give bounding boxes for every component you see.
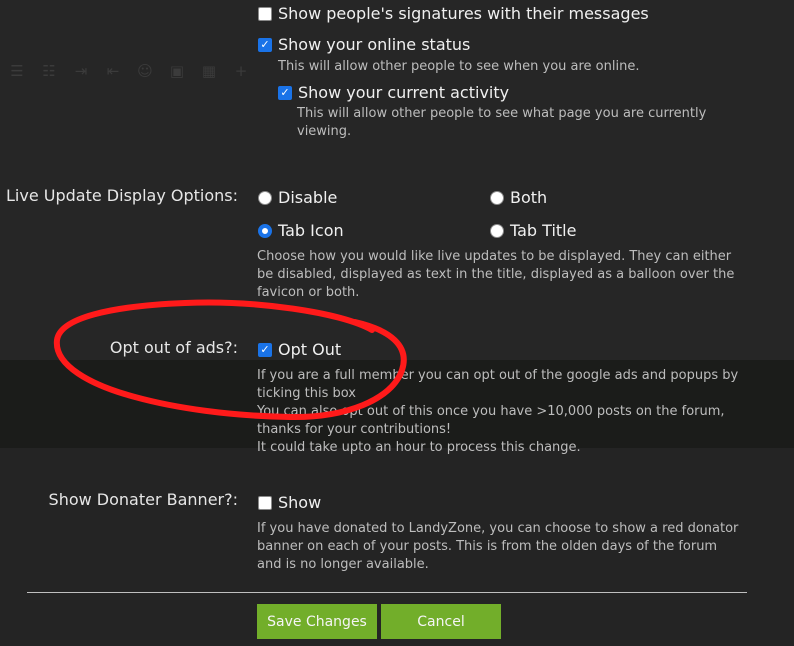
online-status-option[interactable]: ✓ Show your online status	[258, 35, 470, 54]
opt-out-option-label: Opt Out	[278, 340, 342, 359]
live-update-option-tab-icon[interactable]: Tab Icon	[258, 221, 344, 240]
signatures-option[interactable]: Show people's signatures with their mess…	[258, 4, 649, 23]
image-icon: ▣	[169, 62, 185, 80]
current-activity-label: Show your current activity	[298, 83, 510, 102]
both-radio[interactable]	[490, 190, 504, 205]
donater-banner-option[interactable]: Show	[258, 493, 321, 512]
tab-title-label: Tab Title	[510, 221, 577, 240]
media-icon: ▦	[201, 62, 217, 80]
list-number-icon: ☷	[42, 62, 56, 80]
donater-banner-label: Show Donater Banner?:	[48, 490, 238, 509]
live-update-option-both[interactable]: Both	[490, 188, 547, 207]
opt-out-hint: If you are a full member you can opt out…	[257, 368, 739, 455]
current-activity-checkbox[interactable]: ✓	[278, 85, 292, 100]
form-divider	[27, 592, 747, 593]
current-activity-option[interactable]: ✓ Show your current activity	[278, 83, 509, 102]
current-activity-hint: This will allow other people to see what…	[297, 106, 707, 139]
signatures-label: Show people's signatures with their mess…	[278, 4, 649, 23]
tab-icon-radio[interactable]	[258, 223, 272, 238]
list-bullet-icon: ☰	[10, 62, 24, 80]
donater-banner-hint: If you have donated to LandyZone, you ca…	[257, 521, 739, 572]
disable-radio[interactable]	[258, 190, 272, 205]
upper-band	[0, 0, 794, 360]
online-status-label: Show your online status	[278, 35, 471, 54]
opt-out-option[interactable]: ✓ Opt Out	[258, 340, 341, 359]
live-update-label: Live Update Display Options:	[6, 186, 238, 205]
both-label: Both	[510, 188, 548, 207]
indent-icon: ⇥	[74, 62, 88, 80]
tab-icon-label: Tab Icon	[278, 221, 344, 240]
plus-icon: +	[234, 62, 248, 80]
save-changes-button[interactable]: Save Changes	[257, 604, 377, 639]
tab-title-radio[interactable]	[490, 223, 504, 238]
donater-banner-checkbox[interactable]	[258, 495, 272, 510]
online-status-hint: This will allow other people to see when…	[278, 59, 640, 74]
live-update-option-disable[interactable]: Disable	[258, 188, 337, 207]
live-update-option-tab-title[interactable]: Tab Title	[490, 221, 576, 240]
opt-out-checkbox[interactable]: ✓	[258, 342, 272, 357]
signatures-checkbox[interactable]	[258, 6, 272, 21]
cancel-button[interactable]: Cancel	[381, 604, 501, 639]
online-status-checkbox[interactable]: ✓	[258, 37, 272, 52]
donater-banner-option-label: Show	[278, 493, 322, 512]
outdent-icon: ⇤	[106, 62, 120, 80]
disable-label: Disable	[278, 188, 338, 207]
ghost-toolbar: ☰ ☷ ⇥ ⇤ ☺ ▣ ▦ +	[8, 62, 250, 80]
live-update-hint: Choose how you would like live updates t…	[257, 249, 735, 300]
smiley-icon: ☺	[137, 62, 153, 80]
opt-out-ads-label: Opt out of ads?:	[109, 338, 238, 357]
